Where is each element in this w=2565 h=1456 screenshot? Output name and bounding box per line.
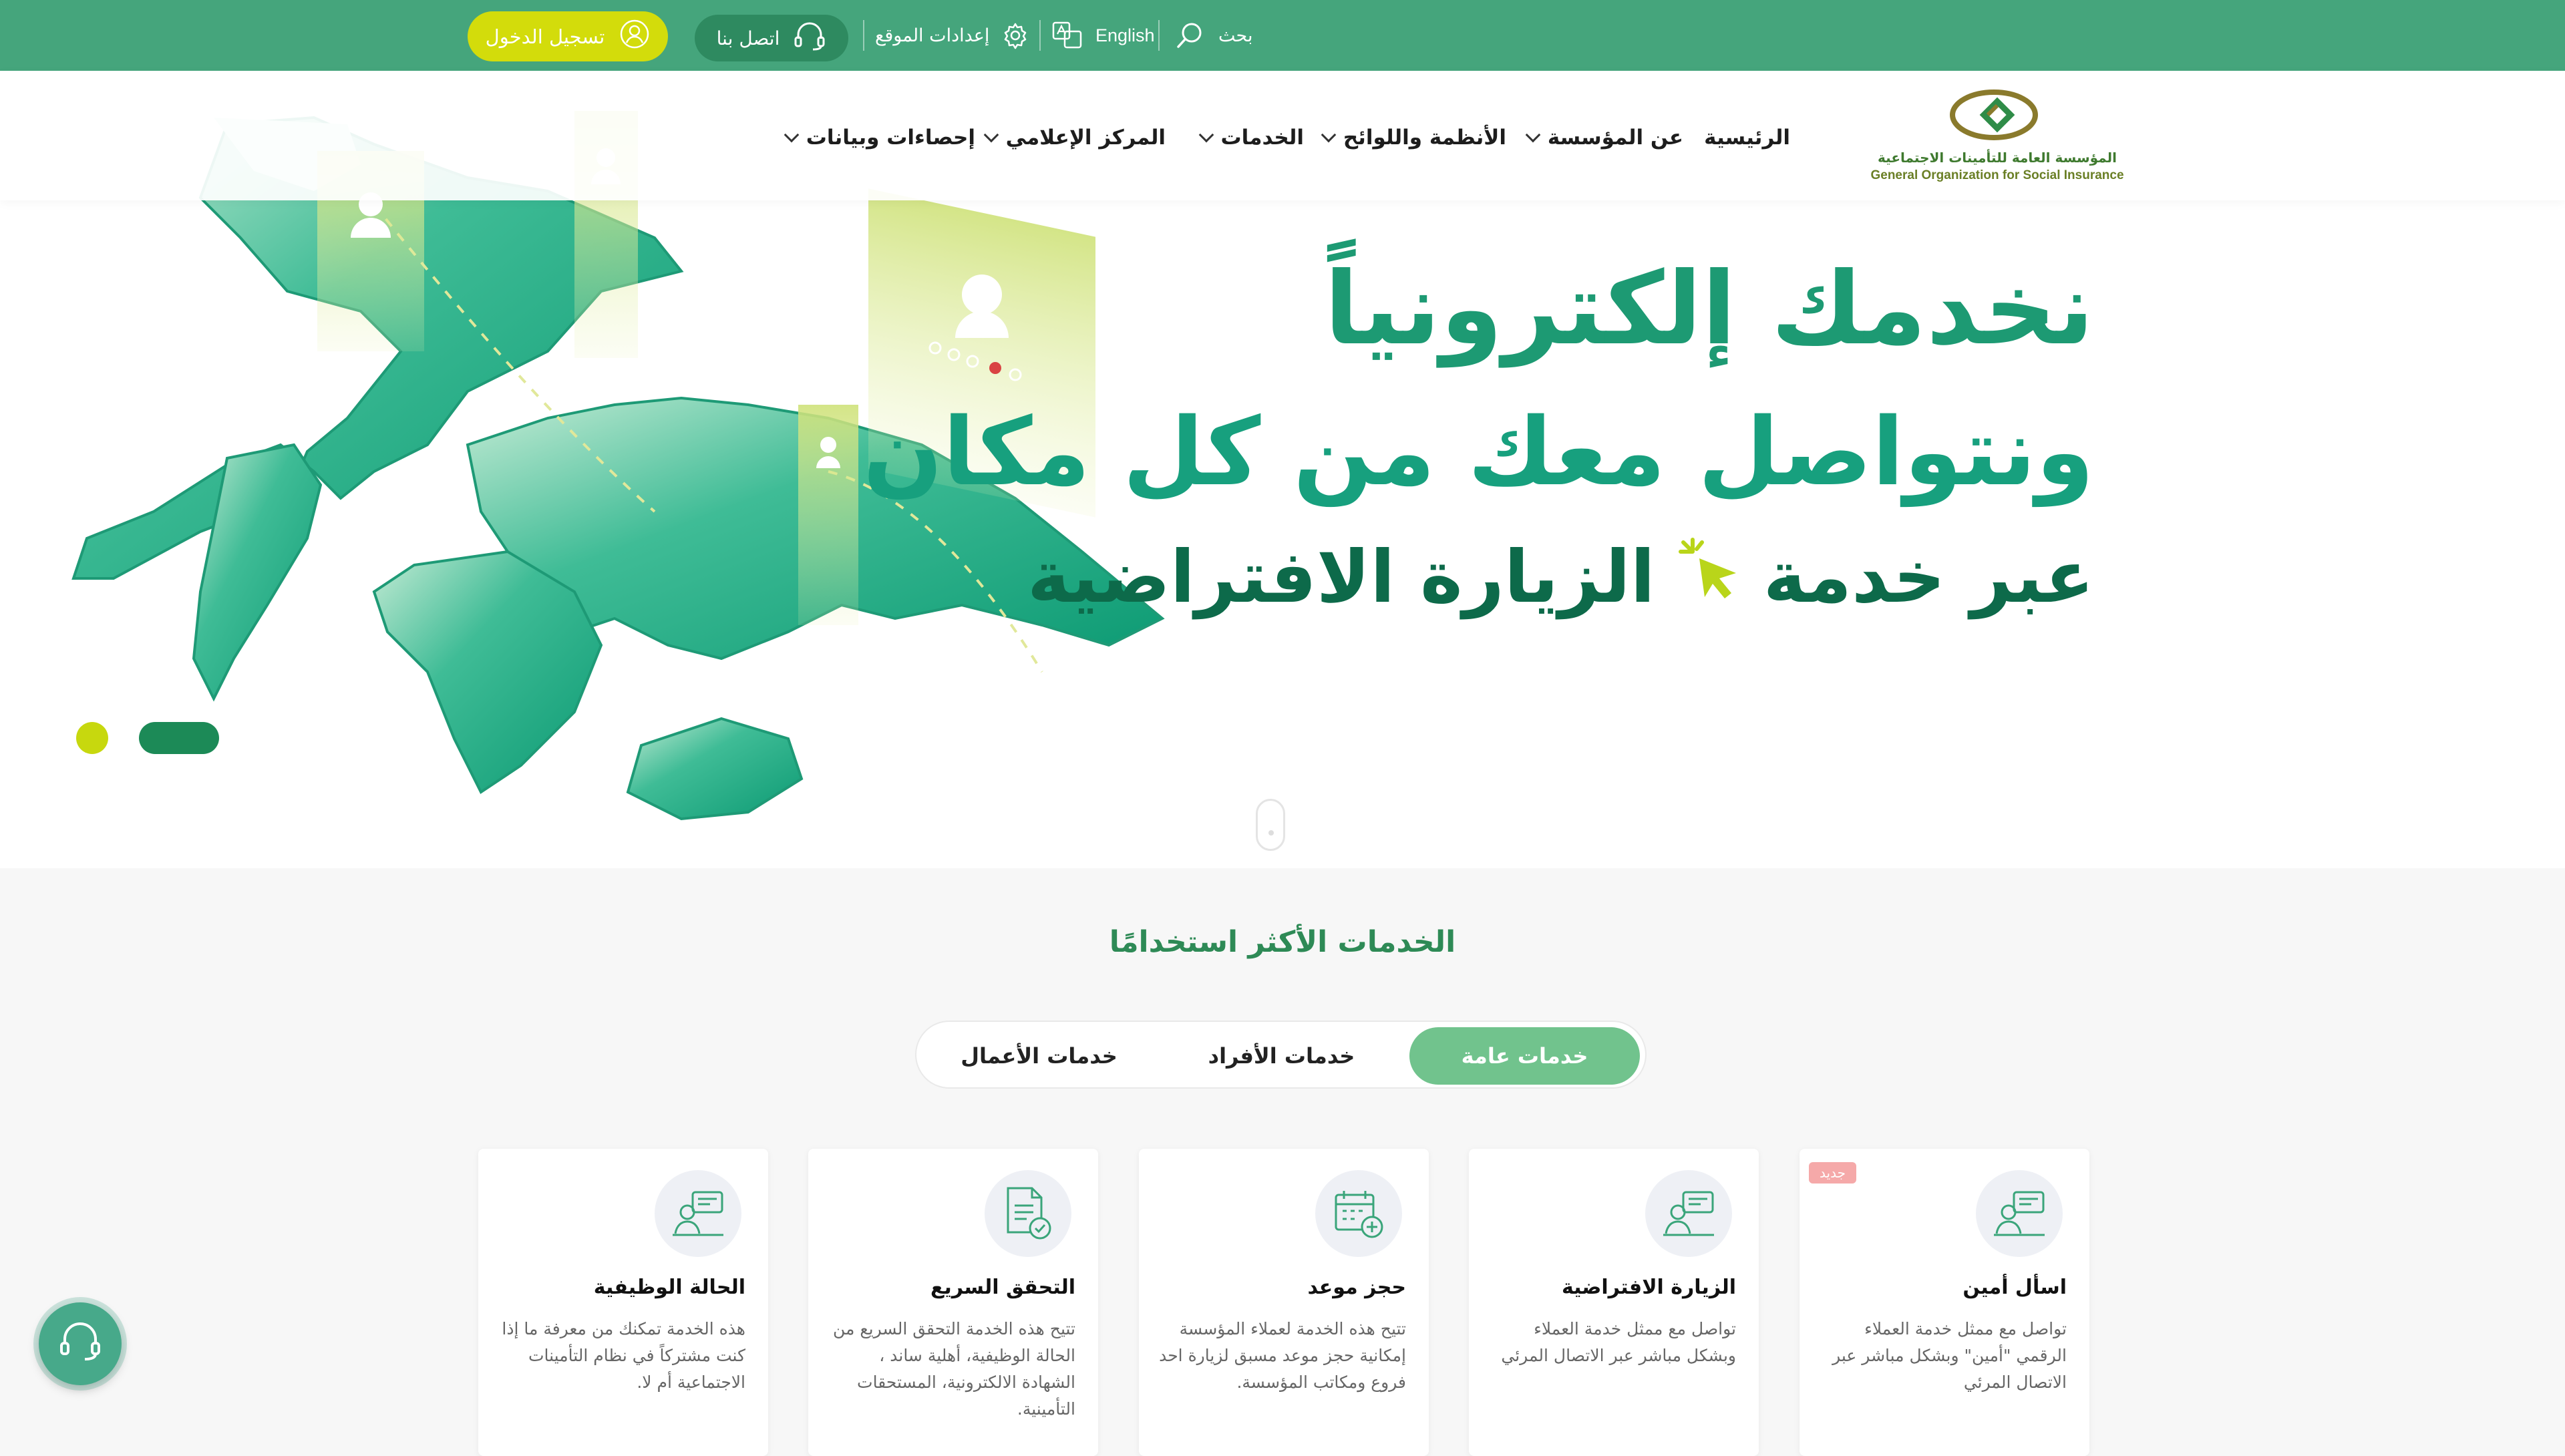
scroll-down-indicator[interactable] <box>1256 799 1285 851</box>
chevron-down-icon <box>1198 127 1214 143</box>
headset-icon <box>57 1319 104 1369</box>
nav-item-media-center[interactable]: المركز الإعلامي <box>983 118 1166 158</box>
settings-label: إعدادات الموقع <box>875 25 990 46</box>
contact-label: اتصل بنا <box>716 27 780 49</box>
search-label: بحث <box>1218 25 1253 46</box>
search-link[interactable]: بحث <box>1176 0 1252 71</box>
video-agent-icon <box>1645 1170 1732 1257</box>
service-card-description: تواصل مع ممثل خدمة العملاء الرقمي "أمين"… <box>1832 1319 2067 1392</box>
nav-item-services[interactable]: الخدمات <box>1198 118 1305 158</box>
logo[interactable]: المؤسسة العامة للتأمينات الاجتماعية Gene… <box>1864 83 2131 190</box>
hero-tagline-prefix: عبر خدمة <box>1763 535 2094 619</box>
service-card-title: الحالة الوظيفية <box>593 1276 745 1299</box>
user-icon <box>619 19 650 54</box>
hero-tagline-highlight: الزيارة الافتراضية <box>1027 535 1655 619</box>
language-label: English <box>1095 25 1155 45</box>
video-agent-icon <box>1976 1170 2063 1257</box>
slider-dot[interactable] <box>76 722 108 754</box>
slider-dot-active[interactable] <box>139 722 219 754</box>
login-label: تسجيل الدخول <box>485 25 605 48</box>
nav-item-label: إحصاءات وبيانات <box>806 126 975 150</box>
service-card-title: التحقق السريع <box>930 1276 1075 1299</box>
tab-general-services[interactable]: خدمات عامة <box>1409 1027 1640 1085</box>
service-card-description: هذه الخدمة تمكنك من معرفة ما إذا كنت مشت… <box>502 1319 745 1392</box>
service-card-title: اسأل أمين <box>1962 1276 2067 1299</box>
services-section-title: الخدمات الأكثر استخدامًا <box>1109 925 1456 959</box>
translate-icon <box>1051 21 1083 50</box>
video-agent-icon <box>655 1170 741 1257</box>
cursor-click-icon <box>1673 532 1746 622</box>
search-icon <box>1176 20 1206 51</box>
nav-item-about[interactable]: عن المؤسسة <box>1525 118 1683 158</box>
hero-subheading: ونتواصل معك من كل مكان <box>863 398 2094 507</box>
service-card-description: تواصل مع ممثل خدمة العملاء وبشكل مباشر ع… <box>1501 1319 1736 1365</box>
nav-item-home[interactable]: الرئيسية <box>1704 118 1790 158</box>
divider <box>1039 20 1041 51</box>
new-badge: جديد <box>1809 1162 1856 1184</box>
chevron-down-icon <box>784 127 800 143</box>
language-switch[interactable]: English <box>1051 0 1155 71</box>
nav-item-label: الأنظمة واللوائح <box>1343 126 1506 150</box>
chevron-down-icon <box>1525 127 1541 143</box>
chevron-down-icon <box>1321 127 1337 143</box>
document-check-icon <box>985 1170 1071 1257</box>
service-card-title: حجز موعد <box>1307 1276 1406 1299</box>
nav-item-regulations[interactable]: الأنظمة واللوائح <box>1321 118 1506 158</box>
video-panel <box>798 405 858 625</box>
calendar-add-icon <box>1315 1170 1402 1257</box>
login-button[interactable]: تسجيل الدخول <box>468 11 668 61</box>
tab-business-services[interactable]: خدمات الأعمال <box>924 1027 1154 1085</box>
nav-item-label: المركز الإعلامي <box>1005 126 1166 150</box>
divider <box>1158 20 1160 51</box>
nav-item-label: الخدمات <box>1220 126 1305 150</box>
service-card-description: تتيح هذه الخدمة التحقق السريع من الحالة … <box>832 1319 1075 1419</box>
service-card-title: الزيارة الافتراضية <box>1561 1276 1736 1299</box>
service-card-description: تتيح هذه الخدمة لعملاء المؤسسة إمكانية ح… <box>1159 1319 1406 1392</box>
divider <box>863 20 864 51</box>
service-card[interactable]: جديد اسأل أمين تواصل مع ممثل خدمة العملا… <box>1800 1149 2089 1456</box>
support-chat-button[interactable] <box>39 1302 122 1385</box>
site-settings-link[interactable]: إعدادات الموقع <box>875 0 1029 71</box>
service-card[interactable]: الحالة الوظيفية هذه الخدمة تمكنك من معرف… <box>478 1149 768 1456</box>
gear-icon <box>1001 21 1029 49</box>
headset-icon <box>793 21 826 55</box>
service-card[interactable]: التحقق السريع تتيح هذه الخدمة التحقق الس… <box>808 1149 1098 1456</box>
chevron-down-icon <box>983 127 999 143</box>
services-tabs: خدمات عامة خدمات الأفراد خدمات الأعمال <box>915 1021 1647 1089</box>
top-bar: تسجيل الدخول اتصل بنا إعدادات الموقع Eng… <box>0 0 2565 71</box>
hero-tagline: عبر خدمة الزيارة الافتراضية <box>1027 532 2094 622</box>
main-nav: المؤسسة العامة للتأمينات الاجتماعية Gene… <box>0 71 2565 200</box>
nav-item-label: عن المؤسسة <box>1547 126 1683 150</box>
logo-arabic-text: المؤسسة العامة للتأمينات الاجتماعية <box>1878 150 2117 166</box>
nav-item-statistics[interactable]: إحصاءات وبيانات <box>784 118 975 158</box>
hero-heading: نخدمك إلكترونياً <box>1324 251 2094 367</box>
service-card[interactable]: الزيارة الافتراضية تواصل مع ممثل خدمة ال… <box>1469 1149 1759 1456</box>
service-card[interactable]: حجز موعد تتيح هذه الخدمة لعملاء المؤسسة … <box>1139 1149 1429 1456</box>
nav-item-label: الرئيسية <box>1704 126 1790 150</box>
contact-button[interactable]: اتصل بنا <box>695 15 848 61</box>
logo-english-text: General Organization for Social Insuranc… <box>1870 168 2124 182</box>
tab-individual-services[interactable]: خدمات الأفراد <box>1166 1027 1397 1085</box>
logo-emblem-icon <box>1950 89 2038 140</box>
